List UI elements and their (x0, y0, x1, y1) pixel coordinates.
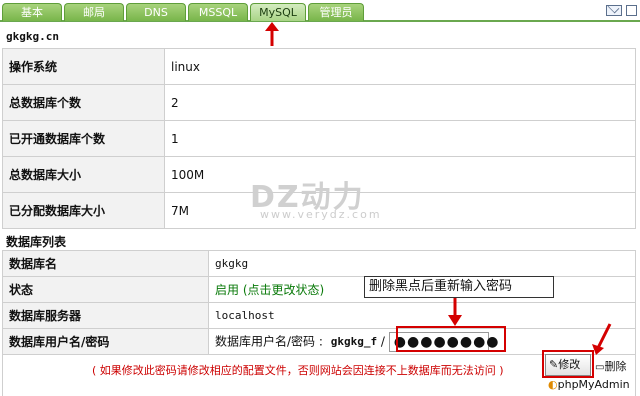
annotation-arrow-callout (448, 298, 462, 326)
credentials-prefix: 数据库用户名/密码 : (215, 334, 323, 348)
tab-mysql[interactable]: MySQL (250, 3, 306, 21)
annotation-callout: 删除黑点后重新输入密码 (364, 276, 554, 298)
delete-button[interactable]: ▭删除 (595, 358, 626, 374)
db-credentials-label: 数据库用户名/密码 (2, 328, 209, 355)
phpmyadmin-icon: ◐ (548, 378, 558, 391)
info-row-total-db-count: 总数据库个数 2 (2, 84, 636, 121)
annotation-box-password (396, 326, 506, 352)
info-label: 总数据库大小 (2, 156, 165, 193)
tab-mssql[interactable]: MSSQL (188, 3, 248, 21)
db-status-link[interactable]: 启用 (点击更改状态) (215, 283, 324, 297)
info-value: linux (164, 48, 636, 85)
info-value: 2 (164, 84, 636, 121)
account-info-table: 操作系统 linux 总数据库个数 2 已开通数据库个数 1 总数据库大小 10… (2, 48, 636, 229)
info-label: 已开通数据库个数 (2, 120, 165, 157)
tab-basic[interactable]: 基本 (2, 3, 62, 21)
tab-dns[interactable]: DNS (126, 3, 186, 21)
info-row-total-db-size: 总数据库大小 100M (2, 156, 636, 193)
info-row-opened-db-count: 已开通数据库个数 1 (2, 120, 636, 157)
tab-mail[interactable]: 邮局 (64, 3, 124, 21)
db-username: gkgkg_f (330, 335, 378, 348)
info-row-allocated-db-size: 已分配数据库大小 7M (2, 192, 636, 229)
db-row-name: 数据库名 gkgkg (2, 250, 636, 277)
info-value: 100M (164, 156, 636, 193)
phpmyadmin-link[interactable]: ◐phpMyAdmin (548, 378, 630, 391)
db-status-label: 状态 (2, 276, 209, 303)
annotation-arrow-edit (592, 323, 612, 355)
phpmyadmin-label: phpMyAdmin (557, 378, 630, 391)
db-name-label: 数据库名 (2, 250, 209, 277)
db-server-label: 数据库服务器 (2, 302, 209, 329)
annotation-box-edit (542, 350, 594, 378)
info-label: 总数据库个数 (2, 84, 165, 121)
db-row-credentials: 数据库用户名/密码 数据库用户名/密码 : gkgkg_f / ●●●●●●●● (2, 328, 636, 355)
delete-button-label: 删除 (604, 360, 627, 373)
tab-bar: 基本 邮局 DNS MSSQL MySQL 管理员 (0, 0, 640, 22)
db-row-server: 数据库服务器 localhost (2, 302, 636, 329)
mail-icon[interactable] (606, 5, 622, 16)
db-server-value: localhost (208, 302, 636, 329)
maximize-icon[interactable] (626, 5, 637, 16)
info-row-os: 操作系统 linux (2, 48, 636, 85)
db-name-value: gkgkg (208, 250, 636, 277)
info-value: 7M (164, 192, 636, 229)
warning-text: ( 如果修改此密码请修改相应的配置文件，否则网站会因连接不上数据库而无法访问 ) (92, 364, 504, 377)
annotation-arrow-tab (265, 22, 279, 46)
db-list-title: 数据库列表 (6, 235, 67, 249)
tab-admin[interactable]: 管理员 (308, 3, 364, 21)
info-label: 已分配数据库大小 (2, 192, 165, 229)
credentials-separator: / (380, 334, 385, 348)
info-value: 1 (164, 120, 636, 157)
info-label: 操作系统 (2, 48, 165, 85)
domain-name: gkgkg.cn (6, 30, 59, 43)
